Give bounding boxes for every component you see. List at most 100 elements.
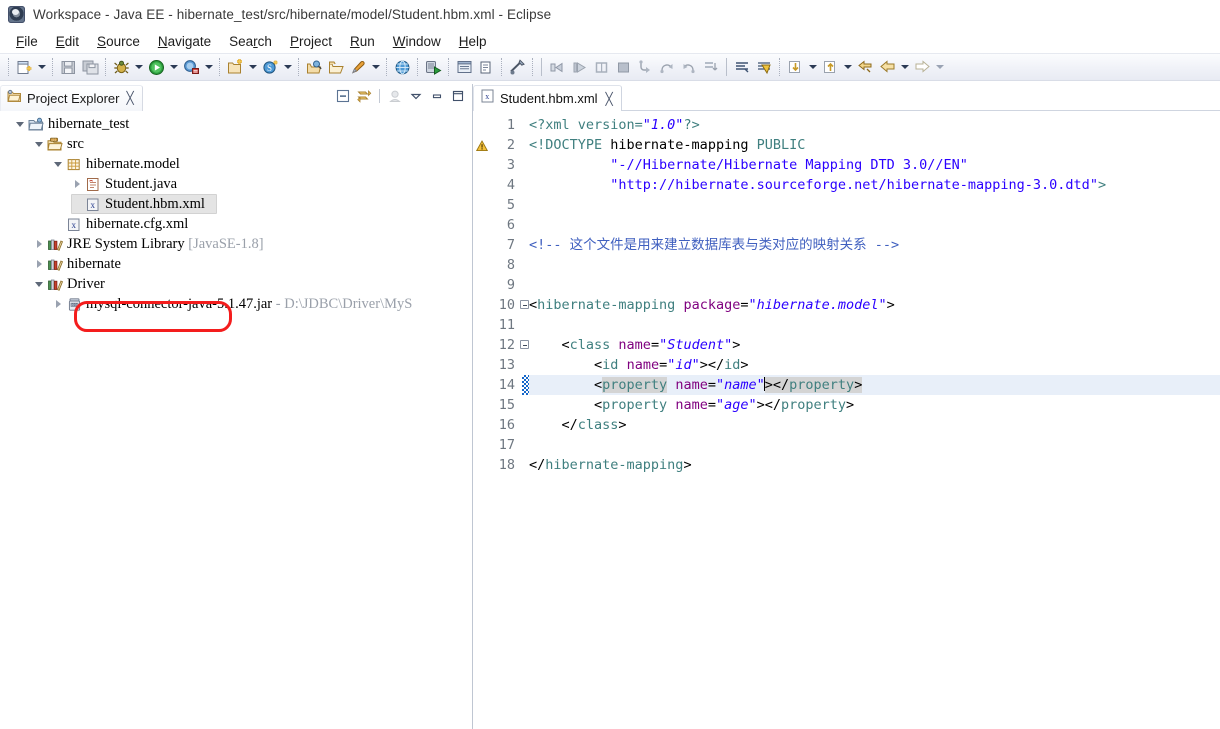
chevron-down-icon[interactable] xyxy=(32,134,46,154)
link-with-editor-icon[interactable] xyxy=(355,87,373,105)
chevron-down-icon[interactable] xyxy=(246,56,259,78)
toggle-breakpoint-icon[interactable] xyxy=(546,56,568,78)
code-line[interactable]: "http://hibernate.sourceforge.net/hibern… xyxy=(529,175,1220,195)
open-type-icon[interactable] xyxy=(303,56,325,78)
search-references-icon[interactable] xyxy=(753,56,775,78)
terminate-icon[interactable] xyxy=(612,56,634,78)
menu-item-help[interactable]: Help xyxy=(451,32,495,51)
run-on-server-icon[interactable] xyxy=(422,56,444,78)
code-line[interactable]: <property name="age"></property> xyxy=(529,395,1220,415)
tree-item[interactable]: hibernate xyxy=(0,254,472,274)
drop-to-frame-icon[interactable] xyxy=(700,56,722,78)
minimize-view-icon[interactable] xyxy=(428,87,446,105)
chevron-right-icon[interactable] xyxy=(32,254,46,274)
tree-item[interactable]: 010 mysql-connector-java-5.1.47.jar - D:\… xyxy=(0,294,472,314)
tree-item-selected[interactable]: x Student.hbm.xml xyxy=(0,194,472,214)
debug-icon[interactable] xyxy=(110,56,132,78)
source-editor[interactable]: 1 2 3 4 5 6 7 8 9 10 11 12 13 14 15 16 17 18 <?xml versio… xyxy=(473,111,1220,729)
menu-item-search[interactable]: Search xyxy=(221,32,280,51)
java-browsing-icon[interactable] xyxy=(453,56,475,78)
new-wizard-icon[interactable] xyxy=(13,56,35,78)
menu-item-source[interactable]: Source xyxy=(89,32,148,51)
tree-item[interactable]: x hibernate.cfg.xml xyxy=(0,214,472,234)
tab-project-explorer[interactable]: Project Explorer ╳ xyxy=(0,84,143,111)
chevron-right-icon[interactable] xyxy=(51,294,65,314)
chevron-right-icon[interactable] xyxy=(70,174,84,194)
tree-item[interactable]: src xyxy=(0,134,472,154)
forward-icon[interactable] xyxy=(911,56,933,78)
code-line[interactable]: <id name="id"></id> xyxy=(529,355,1220,375)
run-icon[interactable] xyxy=(145,56,167,78)
chevron-down-icon[interactable] xyxy=(281,56,294,78)
code-text[interactable]: <?xml version="1.0"?> <!DOCTYPE hibernate… xyxy=(520,111,1220,729)
code-line[interactable]: <!-- 这个文件是用来建立数据库表与类对应的映射关系 --> xyxy=(529,235,1220,255)
chevron-down-icon[interactable] xyxy=(841,56,854,78)
view-menu-icon[interactable] xyxy=(407,87,425,105)
new-servlet-icon[interactable]: S xyxy=(259,56,281,78)
suspend-icon[interactable] xyxy=(590,56,612,78)
code-line[interactable]: </class> xyxy=(529,415,1220,435)
code-line[interactable]: <class name="Student"> xyxy=(529,335,1220,355)
tab-student-hbm-xml[interactable]: x Student.hbm.xml ╳ xyxy=(473,85,622,111)
close-icon[interactable]: ╳ xyxy=(606,93,613,105)
tree-item[interactable]: hibernate.model xyxy=(0,154,472,174)
menu-item-edit[interactable]: Edit xyxy=(48,32,87,51)
new-java-package-icon[interactable] xyxy=(224,56,246,78)
menu-item-project[interactable]: Project xyxy=(282,32,340,51)
chevron-down-icon[interactable] xyxy=(933,56,946,78)
resume-icon[interactable] xyxy=(568,56,590,78)
chevron-right-icon[interactable] xyxy=(32,234,46,254)
code-line[interactable]: </hibernate-mapping> xyxy=(529,455,1220,475)
next-annotation-icon[interactable] xyxy=(784,56,806,78)
code-folding-toggle[interactable] xyxy=(520,340,529,349)
back-icon[interactable] xyxy=(876,56,898,78)
last-edit-location-icon[interactable] xyxy=(854,56,876,78)
code-line[interactable]: <?xml version="1.0"?> xyxy=(529,115,1220,135)
close-icon[interactable]: ╳ xyxy=(126,92,133,104)
code-line[interactable] xyxy=(529,275,1220,295)
collapse-all-icon[interactable] xyxy=(334,87,352,105)
maximize-view-icon[interactable] xyxy=(449,87,467,105)
code-folding-toggle[interactable] xyxy=(520,300,529,309)
code-line[interactable] xyxy=(529,315,1220,335)
chevron-down-icon[interactable] xyxy=(898,56,911,78)
previous-annotation-icon[interactable] xyxy=(819,56,841,78)
code-line[interactable]: "-//Hibernate/Hibernate Mapping DTD 3.0/… xyxy=(529,155,1220,175)
chevron-down-icon[interactable] xyxy=(13,114,27,134)
search-icon[interactable] xyxy=(731,56,753,78)
step-into-icon[interactable] xyxy=(634,56,656,78)
chevron-down-icon[interactable] xyxy=(32,274,46,294)
chevron-down-icon[interactable] xyxy=(51,154,65,174)
project-tree[interactable]: hibernate_test src hibernate.model Student.… xyxy=(0,111,472,729)
tree-item[interactable]: Student.java xyxy=(0,174,472,194)
code-line[interactable]: <property name="name"></property> xyxy=(529,375,1220,395)
chevron-down-icon[interactable] xyxy=(167,56,180,78)
code-line[interactable] xyxy=(529,255,1220,275)
step-return-icon[interactable] xyxy=(678,56,700,78)
code-line[interactable] xyxy=(529,215,1220,235)
menu-item-navigate[interactable]: Navigate xyxy=(150,32,219,51)
open-task-icon[interactable] xyxy=(475,56,497,78)
chevron-down-icon[interactable] xyxy=(806,56,819,78)
web-browser-icon[interactable] xyxy=(391,56,413,78)
chevron-down-icon[interactable] xyxy=(35,56,48,78)
chevron-down-icon[interactable] xyxy=(369,56,382,78)
save-all-icon[interactable] xyxy=(79,56,101,78)
chevron-down-icon[interactable] xyxy=(202,56,215,78)
annotation-ruler[interactable] xyxy=(473,111,491,729)
run-external-tools-icon[interactable] xyxy=(180,56,202,78)
warning-icon[interactable] xyxy=(475,139,489,152)
chevron-down-icon[interactable] xyxy=(132,56,145,78)
quick-access-icon[interactable] xyxy=(347,56,369,78)
code-line[interactable] xyxy=(529,435,1220,455)
code-line[interactable] xyxy=(529,195,1220,215)
code-line[interactable]: <!DOCTYPE hibernate-mapping PUBLIC xyxy=(529,135,1220,155)
menu-item-file[interactable]: File xyxy=(8,32,46,51)
code-line[interactable]: <hibernate-mapping package="hibernate.mo… xyxy=(529,295,1220,315)
menu-item-run[interactable]: Run xyxy=(342,32,383,51)
tree-item[interactable]: JRE System Library [JavaSE-1.8] xyxy=(0,234,472,254)
tree-item[interactable]: Driver xyxy=(0,274,472,294)
save-icon[interactable] xyxy=(57,56,79,78)
menu-item-window[interactable]: Window xyxy=(385,32,449,51)
tree-item[interactable]: hibernate_test xyxy=(0,114,472,134)
